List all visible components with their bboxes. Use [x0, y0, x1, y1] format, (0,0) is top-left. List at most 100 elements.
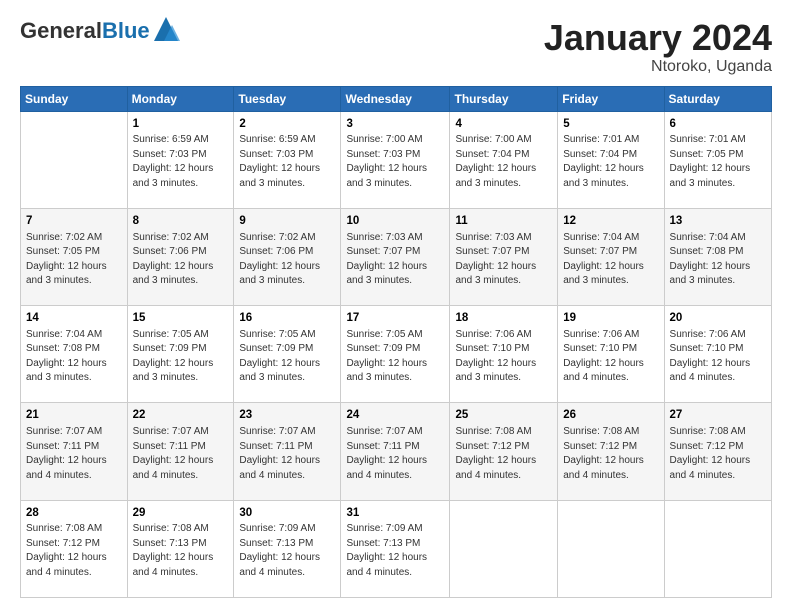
- day-info: Sunrise: 7:00 AM Sunset: 7:03 PM Dayligh…: [346, 133, 444, 191]
- calendar-cell: 3Sunrise: 7:00 AM Sunset: 7:03 PM Daylig…: [341, 111, 450, 208]
- day-info: Sunrise: 7:07 AM Sunset: 7:11 PM Dayligh…: [346, 425, 444, 483]
- day-info: Sunrise: 6:59 AM Sunset: 7:03 PM Dayligh…: [239, 133, 335, 191]
- day-number: 2: [239, 116, 335, 133]
- day-info: Sunrise: 7:08 AM Sunset: 7:12 PM Dayligh…: [563, 425, 658, 483]
- day-number: 20: [670, 310, 766, 327]
- calendar-subtitle: Ntoroko, Uganda: [544, 58, 772, 76]
- day-info: Sunrise: 7:01 AM Sunset: 7:05 PM Dayligh…: [670, 133, 766, 191]
- day-info: Sunrise: 7:04 AM Sunset: 7:07 PM Dayligh…: [563, 231, 658, 289]
- calendar-cell: 19Sunrise: 7:06 AM Sunset: 7:10 PM Dayli…: [558, 306, 664, 403]
- day-info: Sunrise: 7:08 AM Sunset: 7:13 PM Dayligh…: [133, 522, 229, 580]
- weekday-header-sunday: Sunday: [21, 86, 128, 111]
- calendar-cell: 31Sunrise: 7:09 AM Sunset: 7:13 PM Dayli…: [341, 500, 450, 597]
- calendar-title: January 2024: [544, 18, 772, 58]
- page: GeneralBlue January 2024 Ntoroko, Uganda…: [0, 0, 792, 612]
- weekday-header-thursday: Thursday: [450, 86, 558, 111]
- calendar-cell: 29Sunrise: 7:08 AM Sunset: 7:13 PM Dayli…: [127, 500, 234, 597]
- day-info: Sunrise: 7:08 AM Sunset: 7:12 PM Dayligh…: [455, 425, 552, 483]
- calendar-cell: 20Sunrise: 7:06 AM Sunset: 7:10 PM Dayli…: [664, 306, 771, 403]
- calendar-cell: 28Sunrise: 7:08 AM Sunset: 7:12 PM Dayli…: [21, 500, 128, 597]
- day-info: Sunrise: 7:07 AM Sunset: 7:11 PM Dayligh…: [133, 425, 229, 483]
- weekday-header-tuesday: Tuesday: [234, 86, 341, 111]
- day-number: 7: [26, 213, 122, 230]
- logo-icon: [152, 15, 180, 43]
- calendar-cell: 25Sunrise: 7:08 AM Sunset: 7:12 PM Dayli…: [450, 403, 558, 500]
- day-info: Sunrise: 7:09 AM Sunset: 7:13 PM Dayligh…: [239, 522, 335, 580]
- logo-general: General: [20, 18, 102, 43]
- calendar-cell: 17Sunrise: 7:05 AM Sunset: 7:09 PM Dayli…: [341, 306, 450, 403]
- day-number: 14: [26, 310, 122, 327]
- day-number: 11: [455, 213, 552, 230]
- calendar-body: 1Sunrise: 6:59 AM Sunset: 7:03 PM Daylig…: [21, 111, 772, 597]
- day-info: Sunrise: 7:03 AM Sunset: 7:07 PM Dayligh…: [346, 231, 444, 289]
- header: GeneralBlue January 2024 Ntoroko, Uganda: [20, 18, 772, 76]
- day-number: 23: [239, 407, 335, 424]
- day-number: 15: [133, 310, 229, 327]
- day-number: 12: [563, 213, 658, 230]
- day-info: Sunrise: 7:05 AM Sunset: 7:09 PM Dayligh…: [133, 328, 229, 386]
- day-info: Sunrise: 7:02 AM Sunset: 7:06 PM Dayligh…: [133, 231, 229, 289]
- calendar-cell: 8Sunrise: 7:02 AM Sunset: 7:06 PM Daylig…: [127, 208, 234, 305]
- calendar-cell: 27Sunrise: 7:08 AM Sunset: 7:12 PM Dayli…: [664, 403, 771, 500]
- calendar-cell: 10Sunrise: 7:03 AM Sunset: 7:07 PM Dayli…: [341, 208, 450, 305]
- day-number: 17: [346, 310, 444, 327]
- calendar-cell: 23Sunrise: 7:07 AM Sunset: 7:11 PM Dayli…: [234, 403, 341, 500]
- week-row-2: 14Sunrise: 7:04 AM Sunset: 7:08 PM Dayli…: [21, 306, 772, 403]
- weekday-header-row: SundayMondayTuesdayWednesdayThursdayFrid…: [21, 86, 772, 111]
- day-number: 6: [670, 116, 766, 133]
- day-number: 1: [133, 116, 229, 133]
- calendar-cell: 5Sunrise: 7:01 AM Sunset: 7:04 PM Daylig…: [558, 111, 664, 208]
- day-info: Sunrise: 7:04 AM Sunset: 7:08 PM Dayligh…: [26, 328, 122, 386]
- day-info: Sunrise: 7:00 AM Sunset: 7:04 PM Dayligh…: [455, 133, 552, 191]
- day-number: 13: [670, 213, 766, 230]
- weekday-header-monday: Monday: [127, 86, 234, 111]
- week-row-0: 1Sunrise: 6:59 AM Sunset: 7:03 PM Daylig…: [21, 111, 772, 208]
- day-number: 21: [26, 407, 122, 424]
- day-info: Sunrise: 7:06 AM Sunset: 7:10 PM Dayligh…: [455, 328, 552, 386]
- calendar-cell: 30Sunrise: 7:09 AM Sunset: 7:13 PM Dayli…: [234, 500, 341, 597]
- weekday-header-saturday: Saturday: [664, 86, 771, 111]
- calendar-cell: 18Sunrise: 7:06 AM Sunset: 7:10 PM Dayli…: [450, 306, 558, 403]
- day-info: Sunrise: 7:09 AM Sunset: 7:13 PM Dayligh…: [346, 522, 444, 580]
- day-number: 18: [455, 310, 552, 327]
- day-info: Sunrise: 7:07 AM Sunset: 7:11 PM Dayligh…: [26, 425, 122, 483]
- calendar-table: SundayMondayTuesdayWednesdayThursdayFrid…: [20, 86, 772, 598]
- day-number: 26: [563, 407, 658, 424]
- weekday-header-wednesday: Wednesday: [341, 86, 450, 111]
- day-info: Sunrise: 7:02 AM Sunset: 7:05 PM Dayligh…: [26, 231, 122, 289]
- calendar-cell: [21, 111, 128, 208]
- day-number: 8: [133, 213, 229, 230]
- calendar-cell: 21Sunrise: 7:07 AM Sunset: 7:11 PM Dayli…: [21, 403, 128, 500]
- day-number: 22: [133, 407, 229, 424]
- calendar-cell: [664, 500, 771, 597]
- calendar-header: SundayMondayTuesdayWednesdayThursdayFrid…: [21, 86, 772, 111]
- calendar-cell: 6Sunrise: 7:01 AM Sunset: 7:05 PM Daylig…: [664, 111, 771, 208]
- day-number: 9: [239, 213, 335, 230]
- day-number: 19: [563, 310, 658, 327]
- calendar-cell: 4Sunrise: 7:00 AM Sunset: 7:04 PM Daylig…: [450, 111, 558, 208]
- logo-text: GeneralBlue: [20, 18, 150, 44]
- calendar-cell: [450, 500, 558, 597]
- calendar-cell: 22Sunrise: 7:07 AM Sunset: 7:11 PM Dayli…: [127, 403, 234, 500]
- logo: GeneralBlue: [20, 18, 180, 44]
- day-number: 3: [346, 116, 444, 133]
- day-info: Sunrise: 7:08 AM Sunset: 7:12 PM Dayligh…: [670, 425, 766, 483]
- day-info: Sunrise: 7:04 AM Sunset: 7:08 PM Dayligh…: [670, 231, 766, 289]
- calendar-cell: 24Sunrise: 7:07 AM Sunset: 7:11 PM Dayli…: [341, 403, 450, 500]
- day-info: Sunrise: 6:59 AM Sunset: 7:03 PM Dayligh…: [133, 133, 229, 191]
- day-info: Sunrise: 7:03 AM Sunset: 7:07 PM Dayligh…: [455, 231, 552, 289]
- logo-blue: Blue: [102, 18, 150, 43]
- calendar-cell: 11Sunrise: 7:03 AM Sunset: 7:07 PM Dayli…: [450, 208, 558, 305]
- day-number: 16: [239, 310, 335, 327]
- calendar-cell: 26Sunrise: 7:08 AM Sunset: 7:12 PM Dayli…: [558, 403, 664, 500]
- day-info: Sunrise: 7:06 AM Sunset: 7:10 PM Dayligh…: [563, 328, 658, 386]
- day-number: 28: [26, 505, 122, 522]
- calendar-cell: 9Sunrise: 7:02 AM Sunset: 7:06 PM Daylig…: [234, 208, 341, 305]
- title-block: January 2024 Ntoroko, Uganda: [544, 18, 772, 76]
- day-number: 29: [133, 505, 229, 522]
- day-number: 4: [455, 116, 552, 133]
- week-row-3: 21Sunrise: 7:07 AM Sunset: 7:11 PM Dayli…: [21, 403, 772, 500]
- week-row-4: 28Sunrise: 7:08 AM Sunset: 7:12 PM Dayli…: [21, 500, 772, 597]
- day-info: Sunrise: 7:02 AM Sunset: 7:06 PM Dayligh…: [239, 231, 335, 289]
- week-row-1: 7Sunrise: 7:02 AM Sunset: 7:05 PM Daylig…: [21, 208, 772, 305]
